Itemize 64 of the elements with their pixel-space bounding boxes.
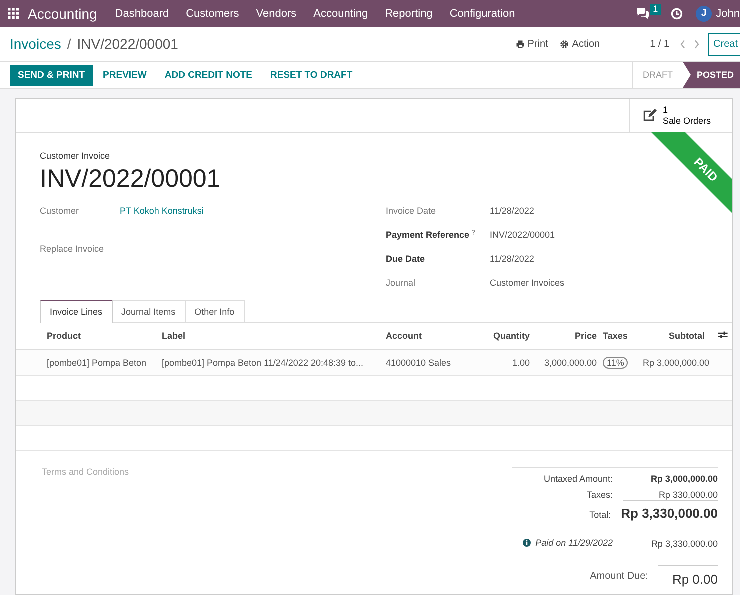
- help-tooltip-mark[interactable]: ?: [472, 230, 476, 240]
- document-type: Customer Invoice: [40, 151, 112, 161]
- table-cell: [pombe01] Pompa Beton: [47, 358, 147, 368]
- notebook-tab[interactable]: Invoice Lines: [40, 300, 113, 323]
- tax-tag: 11%: [603, 356, 628, 368]
- customer-link[interactable]: PT Kokoh Konstruksi: [120, 206, 204, 216]
- edit-icon: [642, 108, 657, 123]
- printer-icon: [516, 40, 525, 48]
- table-cell: 3,000,000.00: [544, 358, 597, 368]
- total-value: Rp 0.00: [658, 565, 718, 587]
- table-cell: Rp 3,000,000.00: [643, 358, 710, 368]
- nav-menu-item[interactable]: Customers: [186, 8, 240, 20]
- field-value: 11/28/2022: [490, 254, 534, 264]
- user-avatar[interactable]: J: [696, 6, 712, 22]
- pager-counter: 1 / 1: [650, 38, 670, 50]
- total-value: Rp 3,000,000.00: [650, 474, 718, 484]
- nav-menu-item[interactable]: Accounting: [314, 8, 368, 20]
- info-icon[interactable]: [522, 539, 531, 547]
- field-value: 11/28/2022: [490, 206, 534, 216]
- total-label: Total:: [590, 510, 612, 520]
- field-value: Customer Invoices: [490, 278, 565, 288]
- field-label: Invoice Date: [386, 206, 436, 216]
- field-value: INV/2022/00001: [490, 230, 556, 240]
- total-value: Rp 3,330,000.00: [650, 539, 718, 549]
- nav-menu-item[interactable]: Reporting: [385, 8, 433, 20]
- total-label: Paid on 11/29/2022: [536, 538, 613, 548]
- invoice-number: INV/2022/00001: [40, 165, 221, 194]
- action-button[interactable]: SEND & PRINT: [10, 64, 94, 86]
- action-button[interactable]: RESET TO DRAFT: [262, 64, 361, 86]
- nav-menu-item[interactable]: Dashboard: [115, 8, 170, 20]
- nav-menu-item[interactable]: Configuration: [450, 8, 516, 20]
- app-title: Accounting: [28, 6, 98, 22]
- notification-badge: 1: [650, 4, 662, 15]
- notebook-tab[interactable]: Other Info: [186, 300, 245, 323]
- field-label: Customer: [40, 206, 80, 216]
- column-options-icon[interactable]: [718, 331, 728, 339]
- chat-icon[interactable]: [636, 8, 650, 20]
- total-label: Amount Due:: [590, 570, 648, 582]
- create-button[interactable]: Creat: [708, 32, 740, 56]
- user-name[interactable]: John: [716, 8, 740, 20]
- breadcrumb-separator: /: [67, 36, 72, 52]
- field-label: Payment Reference: [386, 230, 470, 240]
- field-label: Journal: [386, 278, 416, 288]
- apps-menu-icon[interactable]: [8, 8, 19, 19]
- table-cell: 1.00: [512, 358, 530, 368]
- field-label: Replace Invoice: [40, 244, 106, 254]
- gear-icon: [560, 40, 570, 48]
- breadcrumb-link[interactable]: Invoices: [10, 36, 62, 52]
- total-value: Rp 330,000.00: [623, 490, 718, 501]
- notebook-tab[interactable]: Journal Items: [112, 300, 186, 323]
- field-label: Due Date: [386, 254, 426, 264]
- action-button[interactable]: Action: [558, 36, 602, 52]
- total-label: Taxes:: [586, 490, 613, 500]
- action-button[interactable]: PREVIEW: [95, 64, 155, 86]
- action-button[interactable]: ADD CREDIT NOTE: [156, 64, 260, 86]
- table-cell: 41000010 Sales: [386, 358, 452, 368]
- nav-menu-item[interactable]: Vendors: [256, 8, 297, 20]
- clock-icon[interactable]: [671, 8, 684, 20]
- breadcrumb-current: INV/2022/00001: [77, 36, 178, 52]
- total-value: Rp 3,330,000.00: [621, 506, 718, 521]
- status-step[interactable]: POSTED: [682, 62, 740, 88]
- table-cell: [pombe01] Pompa Beton 11/24/2022 20:48:39 to...: [162, 358, 364, 368]
- total-label: Untaxed Amount:: [544, 474, 613, 484]
- print-button[interactable]: Print: [514, 36, 550, 52]
